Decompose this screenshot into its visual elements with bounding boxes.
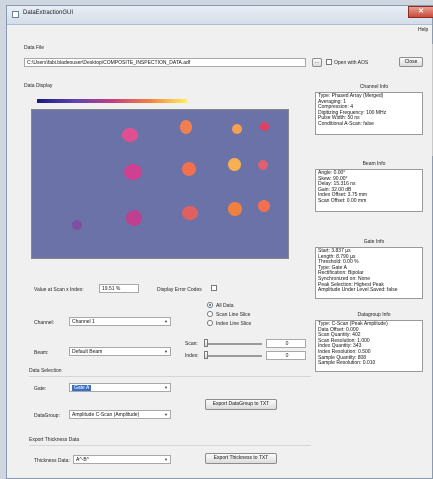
group-divider [29, 376, 311, 377]
indication-blob [258, 200, 270, 212]
channel-info-box: Type: Phased Array (Merged) Averaging: 1… [315, 92, 423, 135]
export-datagroup-button[interactable]: Export DataGroup to TXT [205, 399, 277, 410]
display-error-codes-checkbox[interactable] [211, 285, 217, 291]
menu-help[interactable]: Help [418, 27, 428, 33]
browse-button[interactable]: ... [312, 58, 322, 67]
chevron-down-icon: ▼ [164, 349, 168, 354]
indication-blob [122, 128, 138, 142]
gate-label: Gate: [34, 386, 47, 392]
c-scan-image[interactable] [31, 109, 289, 259]
channel-select[interactable]: Channel 1 ▼ [69, 317, 171, 326]
radio-scan-line-slice-label: Scan Line Slice [216, 312, 251, 318]
radio-index-line-slice[interactable] [207, 320, 213, 326]
index-label: Index: [185, 353, 199, 359]
gate-value: Gate A [72, 385, 92, 391]
window-close-button[interactable]: ✕ [408, 6, 433, 18]
close-file-button[interactable]: Close [399, 57, 423, 67]
open-with-aos-label: Open with AOS [334, 60, 369, 66]
indication-blob [228, 202, 242, 216]
color-scale-bar [37, 99, 187, 103]
info-line: Conditional A-Scan: false [318, 120, 374, 127]
indication-blob [180, 120, 192, 134]
app-window: DataExtractionGUI ✕ Help Data File C:\Us… [6, 5, 433, 479]
indication-blob [260, 122, 269, 131]
radio-all-data[interactable] [207, 302, 213, 308]
info-line: Scan Offset: 0.00 mm [318, 197, 367, 204]
data-file-label: Data File [24, 45, 45, 51]
index-slider[interactable] [204, 355, 262, 357]
chevron-down-icon: ▼ [164, 385, 168, 390]
data-selection-label: Data Selection [29, 368, 62, 374]
indication-blob [72, 220, 82, 230]
index-value-input[interactable]: 0 [266, 351, 306, 360]
group-divider [29, 445, 311, 446]
gate-select[interactable]: Gate A ▼ [69, 383, 171, 392]
title-bar: DataExtractionGUI ✕ [7, 6, 433, 25]
open-with-aos-checkbox[interactable] [326, 59, 332, 65]
radio-scan-line-slice[interactable] [207, 311, 213, 317]
radio-index-line-slice-label: Index Line Slice [216, 321, 252, 327]
beam-value: Default Beam [72, 349, 103, 355]
datagroup-label: DataGroup: [34, 413, 60, 419]
indication-blob [182, 162, 196, 176]
scan-slider[interactable] [204, 343, 262, 345]
indication-blob [182, 206, 198, 220]
gate-info-title: Gate Info [363, 239, 385, 245]
datagroup-value: Amplitude C-Scan (Amplitude) [72, 412, 140, 418]
export-thickness-button[interactable]: Export Thickness to TXT [205, 453, 277, 464]
info-line: Amplitude Under Level Saved: false [318, 287, 398, 294]
value-at-scan-field: 19.51 % [99, 284, 139, 293]
datagroup-info-box[interactable]: Type: C-Scan (Peak Amplitude) Data Offse… [315, 320, 423, 372]
chevron-down-icon: ▼ [164, 319, 168, 324]
beam-info-title: Beam Info [362, 161, 386, 167]
window-title: DataExtractionGUI [23, 10, 74, 16]
datagroup-select[interactable]: Amplitude C-Scan (Amplitude) ▼ [69, 410, 171, 419]
info-line: Sample Resolution: 0.010 [318, 360, 376, 367]
channel-label: Channel: [34, 320, 55, 326]
chevron-down-icon: ▼ [164, 412, 168, 417]
scan-value-input[interactable]: 0 [266, 339, 306, 348]
channel-value: Channel 1 [72, 319, 95, 325]
value-at-scan-label: Value at Scan x Index: [34, 287, 84, 293]
indication-blob [232, 124, 242, 134]
indication-blob [228, 158, 241, 171]
beam-select[interactable]: Default Beam ▼ [69, 347, 171, 356]
app-icon [12, 11, 19, 18]
data-display-label: Data Display [24, 83, 53, 89]
indication-blob [126, 210, 142, 226]
scan-slider-thumb[interactable] [204, 339, 208, 347]
data-file-path-input[interactable]: C:\Users\fabi.bladeouser\Desktop\COMPOSI… [24, 58, 306, 67]
indication-blob [258, 160, 268, 170]
datagroup-info-title: Datagroup Info [357, 312, 391, 318]
channel-info-title: Channel Info [359, 84, 389, 90]
gate-info-box: Start: 3.837 µs Length: 8.790 µs Thresho… [315, 247, 423, 299]
chevron-down-icon: ▼ [164, 457, 168, 462]
beam-info-box: Angle: 0.00° Skew: 90.00° Delay: 15.316 … [315, 169, 423, 212]
thickness-data-value: A^-B^ [76, 457, 90, 463]
scan-label: Scan: [185, 341, 198, 347]
thickness-data-select[interactable]: A^-B^ ▼ [73, 455, 171, 464]
indication-blob [124, 164, 142, 180]
export-thickness-label: Export Thickness Data [29, 437, 80, 443]
radio-all-data-label: All Data [216, 303, 234, 309]
beam-label: Beam: [34, 350, 49, 356]
index-slider-thumb[interactable] [204, 351, 208, 359]
thickness-data-label: Thickness Data: [34, 458, 70, 464]
display-error-codes-label: Display Error Codes [157, 287, 202, 293]
